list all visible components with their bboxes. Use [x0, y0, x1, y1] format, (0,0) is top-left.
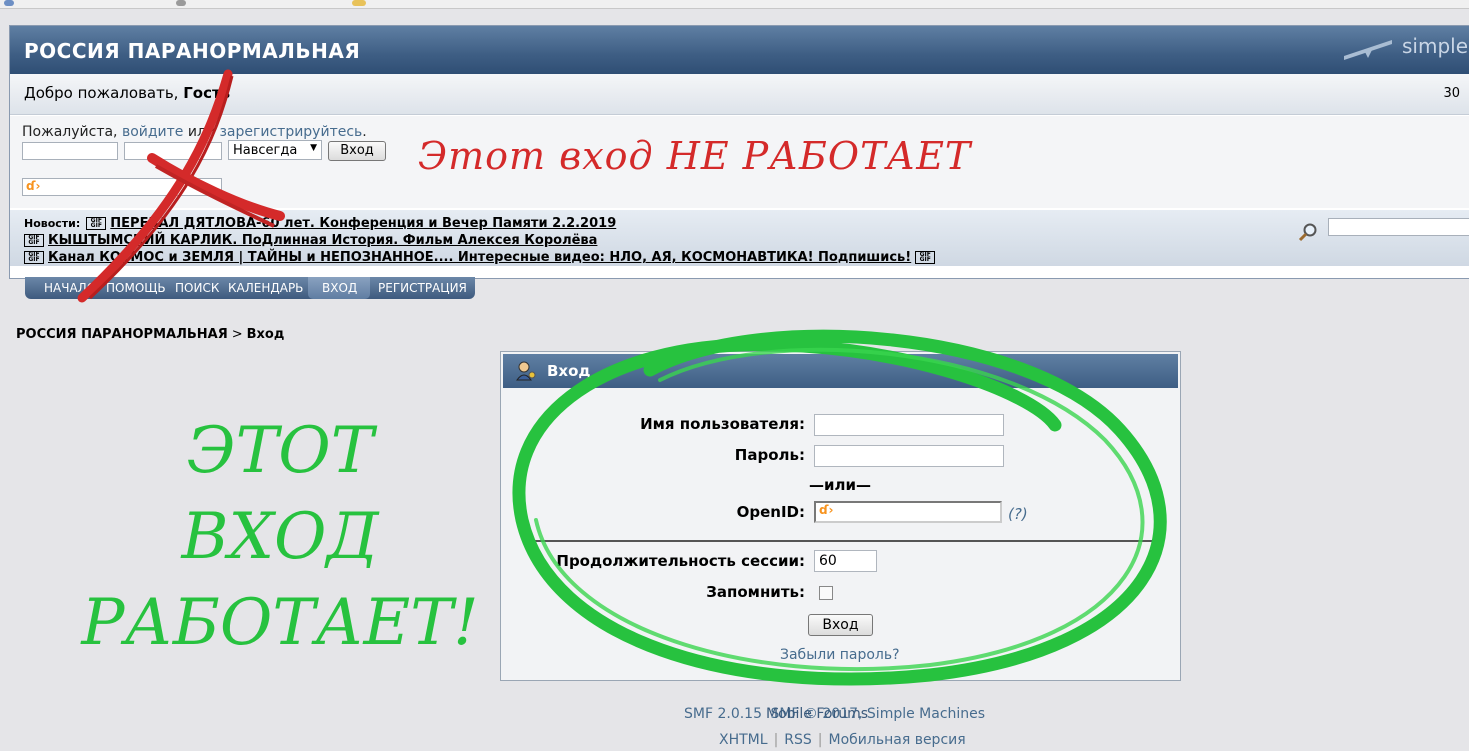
browser-tab-strip [0, 0, 1469, 9]
forum-title[interactable]: РОССИЯ ПАРАНОРМАЛЬНАЯ [24, 39, 360, 63]
menu-item-register[interactable]: РЕГИСТРАЦИЯ [378, 281, 467, 295]
chevron-down-icon: ▼ [310, 143, 317, 153]
rss-link[interactable]: RSS [784, 732, 812, 748]
gif-icon: GIF GIF [24, 234, 44, 247]
magnifier-icon[interactable] [1298, 222, 1318, 242]
green-circle-annotation [512, 329, 1167, 686]
not-working-annotation: Этот вход НЕ РАБОТАЕТ [418, 134, 972, 178]
seesaw-logo-icon [1343, 39, 1392, 60]
quick-login-button[interactable]: Вход [328, 141, 386, 161]
folder-icon[interactable] [352, 0, 366, 6]
footer-links: XHTML | RSS | Мобильная версия [719, 732, 966, 748]
xhtml-link[interactable]: XHTML [719, 732, 768, 748]
red-cross-annotation [77, 69, 285, 303]
tab-favicon-icon[interactable] [4, 0, 14, 6]
gif-icon: GIF GIF [24, 251, 44, 264]
breadcrumb-root[interactable]: РОССИЯ ПАРАНОРМАЛЬНАЯ [16, 327, 228, 342]
working-annotation: ЭТОТ ВХОД РАБОТАЕТ! [81, 414, 479, 660]
gif-icon: GIF GIF [915, 251, 936, 264]
logo-text: simple [1401, 34, 1468, 58]
smf-logo: simple [1340, 34, 1468, 60]
tab-favicon-icon[interactable] [176, 0, 186, 6]
breadcrumb-current: Вход [246, 327, 285, 342]
date-text: 30 [1443, 86, 1460, 101]
search-input[interactable] [1328, 218, 1469, 236]
mobile-version-link[interactable]: Мобильная версия [829, 732, 966, 748]
menu-item-login[interactable]: ВХОД [322, 281, 357, 295]
breadcrumb: РОССИЯ ПАРАНОРМАЛЬНАЯ > Вход [16, 327, 285, 342]
openid-icon: ɗ› [26, 179, 41, 193]
